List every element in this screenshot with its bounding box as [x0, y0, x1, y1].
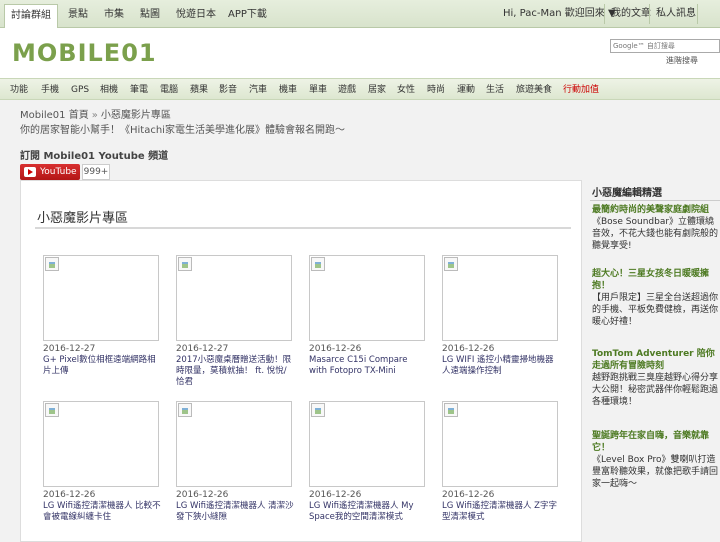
search-input[interactable]: Google™ 自訂搜尋 — [610, 39, 720, 53]
tab-app[interactable]: APP下載 — [222, 4, 273, 26]
video-title[interactable]: LG Wifi遙控清潔機器人 清潔沙發下狹小縫隙 — [176, 501, 294, 523]
video-date: 2016-12-26 — [309, 490, 362, 500]
subscriber-count: 999+ — [82, 164, 110, 180]
broken-image-icon — [45, 403, 59, 417]
video-date: 2016-12-26 — [442, 344, 495, 354]
nav-item[interactable]: 蘋果 — [190, 79, 208, 101]
news-summary: 《Bose Soundbar》立體環繞音效，不花大錢也能有劇院般的聽覺享受! — [592, 217, 719, 251]
nav-item[interactable]: 手機 — [41, 79, 59, 101]
video-title[interactable]: 2017小惡魔桌曆贈送活動！限時限量，莫積就抽！ ft. 悅悅/恰君 — [176, 355, 294, 388]
tab-attractions[interactable]: 景點 — [62, 4, 94, 26]
category-nav: 功能 手機 GPS 相機 筆電 電腦 蘋果 影音 汽車 機車 單車 遊戲 居家 … — [0, 78, 720, 100]
video-thumbnail[interactable] — [176, 401, 292, 487]
video-date: 2016-12-26 — [43, 490, 96, 500]
video-title[interactable]: G+ Pixel數位相框遠端網路相片上傳 — [43, 355, 161, 377]
video-date: 2016-12-27 — [176, 344, 229, 354]
video-date: 2016-12-26 — [442, 490, 495, 500]
breadcrumb: Mobile01 首頁» 小惡魔影片專區 — [20, 106, 171, 121]
broken-image-icon — [178, 257, 192, 271]
news-item[interactable]: 最簡約時尚的美聲家庭劇院組 《Bose Soundbar》立體環繞音效，不花大錢… — [592, 204, 718, 252]
sidebar-title: 小惡魔編輯精選 — [592, 188, 662, 199]
nav-item[interactable]: 時尚 — [427, 79, 445, 101]
tab-market[interactable]: 市集 — [98, 4, 130, 26]
video-thumbnail[interactable] — [442, 255, 558, 341]
news-summary: 【用戶限定】三星全台送超過你的手機、平板免費健檢，再送你暖心好禮！ — [592, 293, 719, 327]
breadcrumb-current: 小惡魔影片專區 — [100, 110, 171, 121]
video-thumbnail[interactable] — [309, 401, 425, 487]
video-thumbnail[interactable] — [43, 401, 159, 487]
video-panel: 小惡魔影片專區 2016-12-27 G+ Pixel數位相框遠端網路相片上傳 … — [20, 180, 582, 542]
news-headline[interactable]: 最簡約時尚的美聲家庭劇院組 — [592, 204, 718, 216]
tab-photos[interactable]: 點圖 — [134, 4, 166, 26]
logo-bar: MOBILE01 Google™ 自訂搜尋 進階搜尋 — [0, 28, 720, 78]
my-articles-link[interactable]: 我的文章 — [611, 4, 651, 24]
nav-item[interactable]: 汽車 — [249, 79, 267, 101]
top-bar: 討論群組 景點 市集 點圖 悅遊日本 APP下載 Hi, Pac-Man 歡迎回… — [0, 0, 720, 28]
news-item[interactable]: 超大心！三星女孩冬日暖暖擁抱！ 【用戶限定】三星全台送超過你的手機、平板免費健檢… — [592, 268, 718, 328]
nav-item-mobile-value[interactable]: 行動加值 — [563, 79, 599, 101]
nav-item[interactable]: 居家 — [368, 79, 386, 101]
broken-image-icon — [178, 403, 192, 417]
greeting-text: Hi, Pac-Man 歡迎回來 — [503, 8, 605, 19]
nav-item[interactable]: 電腦 — [160, 79, 178, 101]
logo-text: MOBILE01 — [12, 39, 157, 67]
video-thumbnail[interactable] — [309, 255, 425, 341]
video-title[interactable]: Masarce C15i Compare with Fotopro TX-Min… — [309, 355, 427, 377]
broken-image-icon — [444, 257, 458, 271]
news-headline[interactable]: 聖誕跨年在家自嗨，音樂就靠它！ — [592, 430, 718, 454]
site-logo[interactable]: MOBILE01 — [12, 40, 157, 66]
video-date: 2016-12-26 — [176, 490, 229, 500]
broken-image-icon — [311, 257, 325, 271]
nav-item[interactable]: 運動 — [457, 79, 475, 101]
broken-image-icon — [311, 403, 325, 417]
page-title: 小惡魔影片專區 — [37, 211, 129, 226]
video-thumbnail[interactable] — [176, 255, 292, 341]
tab-japan[interactable]: 悅遊日本 — [170, 4, 222, 26]
sidebar-divider — [590, 200, 720, 201]
promo-link[interactable]: 你的居家智能小幫手！《Hitachi家電生活美學進化展》體驗會報名開跑～ — [20, 121, 345, 136]
nav-item[interactable]: 女性 — [397, 79, 415, 101]
video-date: 2016-12-27 — [43, 344, 96, 354]
video-title[interactable]: LG Wifi遙控清潔機器人 My Space我的空間清潔模式 — [309, 501, 427, 523]
title-divider — [35, 227, 571, 229]
subscribe-label: 訂閱 Mobile01 Youtube 頻道 — [20, 151, 169, 162]
broken-image-icon — [45, 257, 59, 271]
news-summary: 越野跑挑戰三臭座越野心得分享大公開！秘密武器伴你輕鬆跑過各種環境！ — [592, 373, 719, 407]
nav-item[interactable]: 相機 — [100, 79, 118, 101]
tab-forum[interactable]: 討論群組 — [4, 4, 58, 28]
breadcrumb-home[interactable]: Mobile01 首頁 — [20, 110, 89, 121]
news-item[interactable]: TomTom Adventurer 陪你走過所有冒險時刻 越野跑挑戰三臭座越野心… — [592, 348, 718, 408]
divider — [604, 4, 605, 24]
news-item[interactable]: 聖誕跨年在家自嗨，音樂就靠它！ 《Level Box Pro》雙喇叭打造豐富聆聽… — [592, 430, 718, 490]
advanced-search-link[interactable]: 進階搜尋 — [666, 55, 698, 66]
nav-item[interactable]: 遊戲 — [338, 79, 356, 101]
video-thumbnail[interactable] — [442, 401, 558, 487]
breadcrumb-separator: » — [91, 110, 98, 121]
youtube-play-icon — [24, 167, 36, 177]
video-date: 2016-12-26 — [309, 344, 362, 354]
youtube-button-label: YouTube — [40, 167, 77, 177]
divider — [649, 4, 650, 24]
nav-item[interactable]: 功能 — [10, 79, 28, 101]
news-summary: 《Level Box Pro》雙喇叭打造豐富聆聽效果，就像把歌手請回家一起嗨～ — [592, 455, 719, 489]
video-title[interactable]: LG Wifi遙控清潔機器人 比較不會被電線糾纏卡住 — [43, 501, 161, 523]
divider — [697, 4, 698, 24]
nav-item[interactable]: 筆電 — [130, 79, 148, 101]
nav-item[interactable]: 旅遊美食 — [516, 79, 552, 101]
greeting[interactable]: Hi, Pac-Man 歡迎回來 ▼ — [503, 4, 616, 24]
nav-item[interactable]: 影音 — [219, 79, 237, 101]
youtube-subscribe-button[interactable]: YouTube — [20, 164, 80, 180]
private-messages-link[interactable]: 私人訊息 — [656, 4, 696, 24]
nav-item[interactable]: GPS — [71, 79, 89, 101]
video-thumbnail[interactable] — [43, 255, 159, 341]
news-headline[interactable]: TomTom Adventurer 陪你走過所有冒險時刻 — [592, 348, 718, 372]
broken-image-icon — [444, 403, 458, 417]
nav-item[interactable]: 生活 — [486, 79, 504, 101]
nav-item[interactable]: 單車 — [309, 79, 327, 101]
video-title[interactable]: LG WIFI 遙控小精靈掃地機器人遠端操作控制 — [442, 355, 560, 377]
nav-item[interactable]: 機車 — [279, 79, 297, 101]
video-title[interactable]: LG Wifi遙控清潔機器人 Z字字型清潔模式 — [442, 501, 560, 523]
news-headline[interactable]: 超大心！三星女孩冬日暖暖擁抱！ — [592, 268, 718, 292]
